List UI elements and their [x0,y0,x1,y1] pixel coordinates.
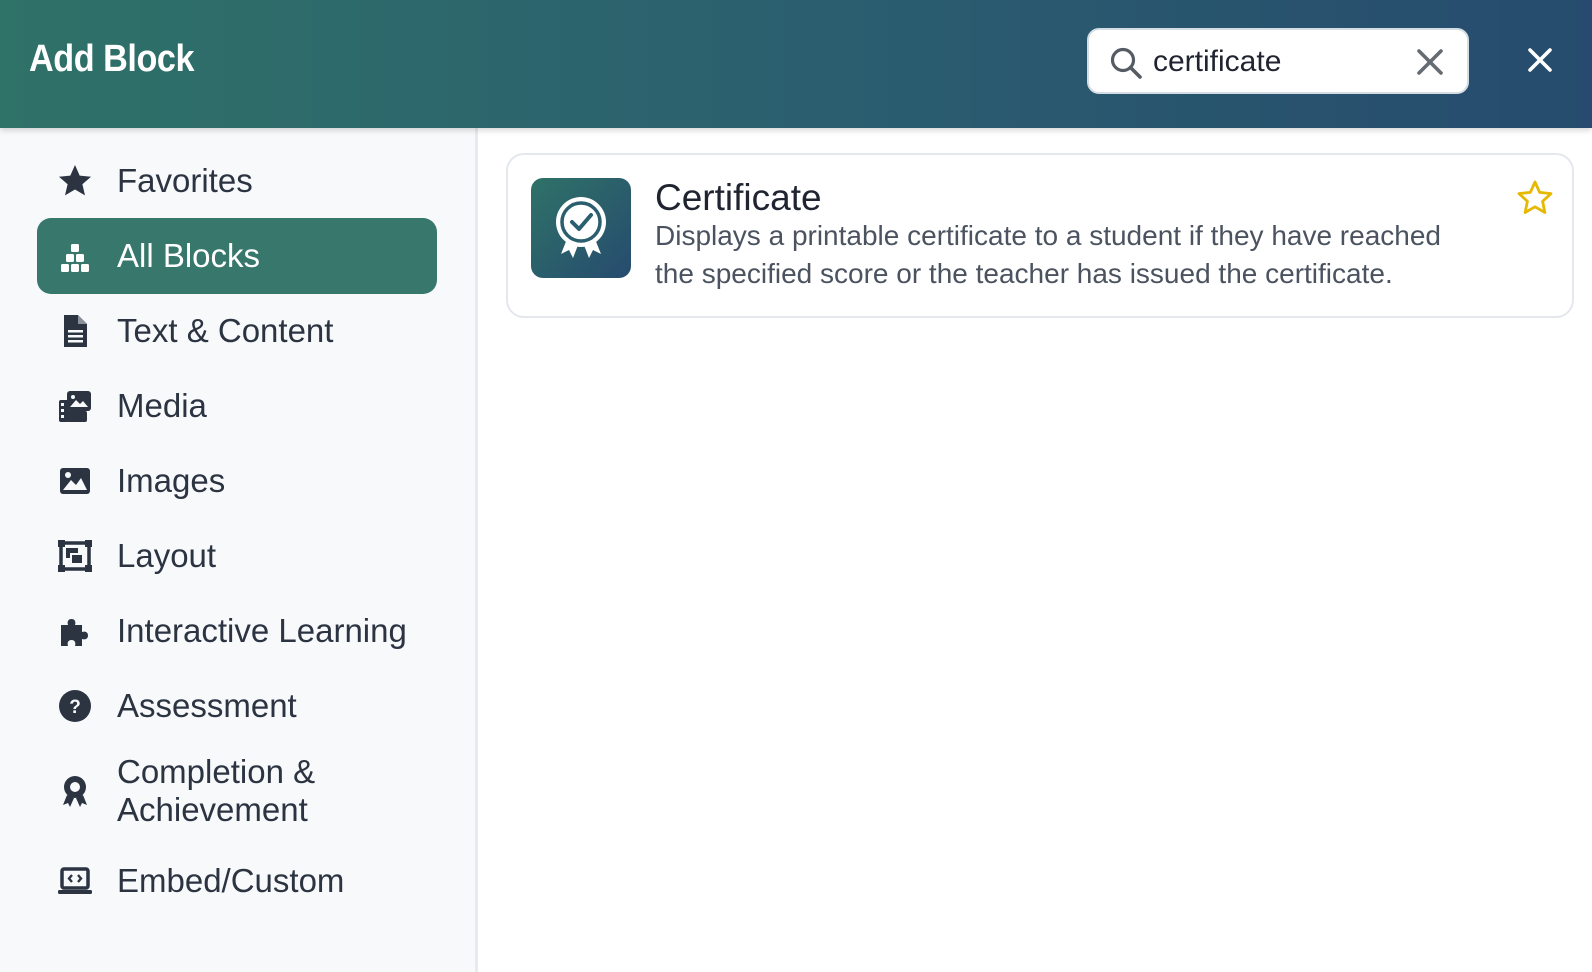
sidebar-item-all-blocks[interactable]: All Blocks [37,218,437,294]
search-icon [1110,47,1142,79]
image-icon [60,468,90,494]
blocks-icon [61,244,89,272]
award-icon [63,776,87,807]
modal-header: Add Block [0,0,1592,128]
sidebar-item-favorites[interactable]: Favorites [37,143,437,219]
puzzle-icon [61,619,88,646]
sidebar-item-embed-custom[interactable]: Embed/Custom [37,843,437,919]
layout-icon [58,540,92,572]
search-box[interactable] [1087,28,1469,94]
close-icon[interactable] [1524,44,1556,76]
star-icon [59,165,91,196]
certificate-badge-icon [531,178,631,278]
block-description: Displays a printable certificate to a st… [655,220,1441,289]
sidebar-item-images[interactable]: Images [37,443,437,519]
results-panel: Certificate Displays a printable certifi… [478,128,1592,972]
category-sidebar: Favorites All Blocks Text & Content Medi… [0,128,478,972]
block-card-certificate[interactable]: Certificate Displays a printable certifi… [506,153,1574,318]
sidebar-item-label: Embed/Custom [117,862,345,899]
modal-title: Add Block [29,38,195,80]
sidebar-item-layout[interactable]: Layout [37,518,437,594]
sidebar-item-text-content[interactable]: Text & Content [37,293,437,369]
sidebar-item-label: All Blocks [117,237,261,274]
sidebar-item-label: Images [117,462,226,499]
sidebar-item-interactive-learning[interactable]: Interactive Learning [37,593,437,669]
search-input[interactable] [1153,42,1393,82]
sidebar-item-media[interactable]: Media [37,368,437,444]
svg-text:?: ? [69,697,81,718]
media-icon [59,391,91,422]
sidebar-item-label: Text & Content [117,312,334,349]
clear-search-icon[interactable] [1415,47,1445,77]
sidebar-item-label: Favorites [117,162,253,199]
sidebar-item-assessment[interactable]: ? Assessment [37,668,437,744]
sidebar-item-label: Assessment [117,687,297,724]
block-title: Certificate [655,177,822,218]
favorite-star-icon[interactable] [1516,179,1554,217]
sidebar-item-label: Interactive Learning [117,612,407,649]
question-icon: ? [59,690,91,722]
sidebar-item-label: Layout [117,537,217,574]
laptop-code-icon [58,867,92,894]
sidebar-item-label: Media [117,387,207,424]
sidebar-item-completion-achievement[interactable]: Completion & Achievement [37,753,437,829]
document-icon [64,315,87,347]
sidebar-item-label: Completion & Achievement [117,753,316,828]
